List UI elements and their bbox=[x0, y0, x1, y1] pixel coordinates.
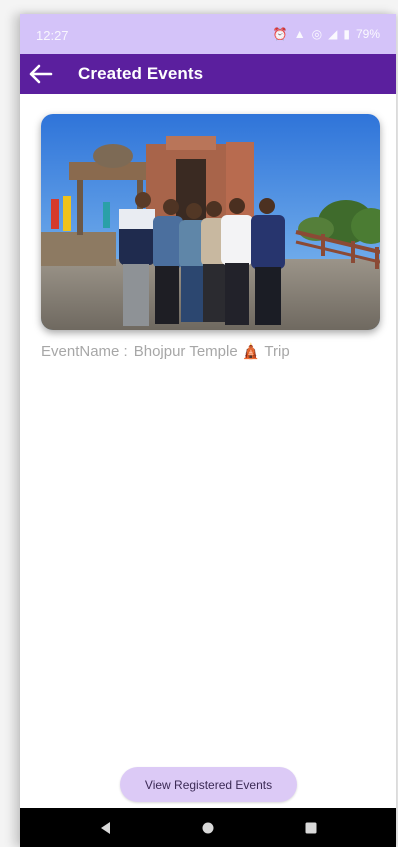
event-card[interactable] bbox=[41, 114, 380, 330]
battery-percent: 79% bbox=[355, 27, 380, 41]
status-time: 12:27 bbox=[36, 28, 69, 43]
back-triangle-icon bbox=[101, 822, 110, 834]
home-circle-icon bbox=[202, 822, 214, 834]
app-bar: Created Events bbox=[20, 54, 396, 94]
view-registered-events-button[interactable]: View Registered Events bbox=[120, 767, 297, 802]
status-bar: 12:27 ⏰ ▲ ◎ ◢ ▮ 79% bbox=[20, 14, 396, 54]
network-icon: ◢ bbox=[328, 27, 338, 41]
arrow-left-icon bbox=[29, 64, 53, 84]
nav-back-button[interactable] bbox=[96, 818, 116, 838]
back-button[interactable] bbox=[26, 60, 56, 88]
alarm-icon: ⏰ bbox=[272, 27, 288, 41]
page-title: Created Events bbox=[78, 64, 204, 83]
nav-home-button[interactable] bbox=[198, 818, 218, 838]
recents-square-icon bbox=[305, 822, 317, 834]
event-photo bbox=[41, 114, 380, 330]
event-name-value: Bhojpur Temple 🛕 Trip bbox=[133, 343, 290, 360]
battery-icon: ▮ bbox=[343, 27, 350, 41]
nav-recents-button[interactable] bbox=[301, 818, 321, 838]
status-icons: ⏰ ▲ ◎ ◢ ▮ 79% bbox=[273, 27, 380, 41]
signal-icon: ▲ bbox=[293, 27, 306, 41]
system-nav-bar bbox=[20, 808, 396, 847]
hotspot-icon: ◎ bbox=[311, 27, 323, 41]
phone-screen: 12:27 ⏰ ▲ ◎ ◢ ▮ 79% Created Events Event… bbox=[20, 14, 396, 847]
event-name-row: EventName : Bhojpur Temple 🛕 Trip bbox=[41, 342, 290, 360]
event-name-label: EventName : bbox=[41, 343, 128, 360]
